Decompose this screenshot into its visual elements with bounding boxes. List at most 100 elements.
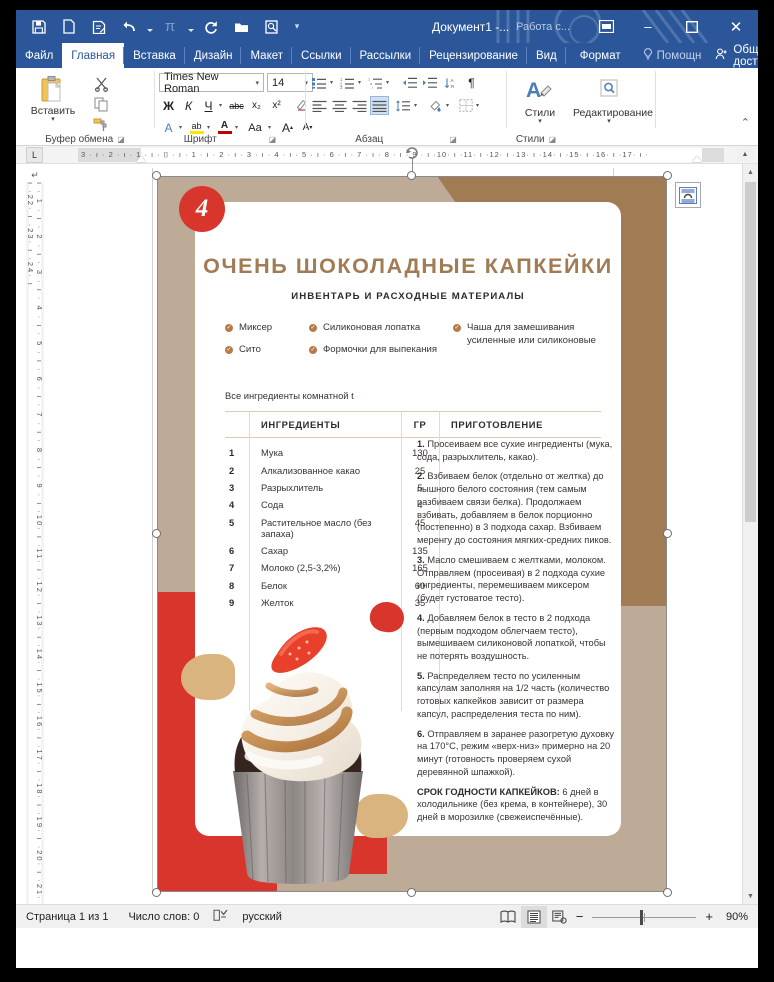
styles-dialog-launcher-icon[interactable]: ◪ — [549, 135, 557, 144]
handle-bottom-right[interactable] — [663, 888, 672, 897]
zoom-level[interactable]: 90% — [716, 911, 758, 923]
tab-design[interactable]: Дизайн — [185, 43, 242, 68]
undo-icon[interactable] — [114, 13, 144, 41]
superscript-button[interactable]: x² — [267, 96, 286, 115]
handle-middle-left[interactable] — [152, 529, 161, 538]
ribbon-display-options-icon[interactable] — [586, 10, 626, 43]
handle-top-center[interactable] — [407, 171, 416, 180]
decrease-indent-button[interactable] — [400, 73, 419, 92]
zoom-in-button[interactable]: + — [702, 909, 716, 924]
multilevel-list-dropdown-icon[interactable]: ▾ — [383, 73, 392, 92]
paste-dropdown-icon[interactable]: ▾ — [26, 116, 80, 123]
recipe-card-render: ОЧЕНЬ ШОКОЛАДНЫЕ КАПКЕЙКИ ИНВЕНТАРЬ И РА… — [157, 176, 667, 892]
tab-file[interactable]: Файл — [16, 43, 62, 68]
language-indicator[interactable]: русский — [232, 911, 291, 923]
customize-qat-icon[interactable]: ▾ — [286, 13, 308, 41]
scroll-up-button[interactable]: ▲ — [743, 164, 758, 180]
tab-layout[interactable]: Макет — [241, 43, 292, 68]
print-layout-icon[interactable] — [520, 905, 547, 928]
word-count[interactable]: Число слов: 0 — [118, 911, 209, 923]
scrollbar-thumb[interactable] — [745, 182, 756, 522]
bullet-list-dropdown-icon[interactable]: ▾ — [327, 73, 336, 92]
left-indent-marker[interactable] — [136, 156, 146, 162]
rotate-handle-icon[interactable] — [404, 144, 420, 160]
tell-me-search[interactable]: Помощн — [635, 43, 710, 68]
undo-dropdown-icon[interactable] — [144, 13, 155, 41]
tab-references[interactable]: Ссылки — [292, 43, 351, 68]
handle-top-right[interactable] — [663, 171, 672, 180]
maximize-button[interactable] — [670, 10, 714, 43]
recipe-image-object[interactable]: ОЧЕНЬ ШОКОЛАДНЫЕ КАПКЕЙКИ ИНВЕНТАРЬ И РА… — [152, 147, 701, 897]
scroll-up-arrow[interactable]: ▲ — [737, 147, 753, 162]
tab-format[interactable]: Формат — [566, 43, 635, 68]
web-layout-icon[interactable] — [547, 906, 573, 928]
tab-view[interactable]: Вид — [527, 43, 566, 68]
share-button[interactable]: Общий доступ — [709, 43, 758, 68]
handle-middle-right[interactable] — [663, 529, 672, 538]
numbered-list-dropdown-icon[interactable]: ▾ — [355, 73, 364, 92]
right-indent-marker[interactable] — [692, 156, 702, 162]
close-button[interactable]: ✕ — [714, 10, 758, 43]
subscript-button[interactable]: x₂ — [247, 96, 266, 115]
quick-print-icon[interactable] — [84, 13, 114, 41]
font-dialog-launcher-icon[interactable]: ◪ — [269, 135, 277, 144]
vertical-scrollbar[interactable]: ▲ ▼ — [742, 164, 758, 904]
collapse-ribbon-button[interactable]: ⌃ — [741, 116, 750, 129]
spellcheck-icon[interactable] — [209, 909, 232, 925]
shading-dropdown-icon[interactable]: ▾ — [443, 96, 452, 115]
paste-button[interactable]: Вставить ▾ — [26, 71, 80, 123]
clipboard-dialog-launcher-icon[interactable]: ◪ — [117, 135, 125, 144]
tab-insert[interactable]: Вставка — [124, 43, 185, 68]
minimize-button[interactable]: – — [626, 10, 670, 43]
scroll-down-button[interactable]: ▼ — [743, 888, 758, 904]
equation-icon[interactable]: π — [155, 13, 185, 41]
align-right-button[interactable] — [350, 96, 369, 115]
open-icon[interactable] — [226, 13, 256, 41]
borders-dropdown-icon[interactable]: ▾ — [473, 96, 482, 115]
font-name-input[interactable]: Times New Roman ▾ — [159, 71, 264, 95]
editing-dropdown-icon[interactable]: ▾ — [573, 118, 645, 125]
font-name-dropdown-icon[interactable]: ▾ — [255, 79, 263, 87]
handle-bottom-left[interactable] — [152, 888, 161, 897]
new-document-icon[interactable] — [54, 13, 84, 41]
zoom-out-button[interactable]: − — [573, 909, 587, 924]
cut-icon[interactable] — [90, 74, 112, 94]
editing-button[interactable]: Редактирование ▾ — [573, 71, 653, 125]
word-window: π ▾ Документ1 -... Работа с... – ✕ Файл … — [16, 10, 758, 968]
italic-button[interactable]: К — [179, 96, 198, 115]
read-mode-icon[interactable] — [495, 906, 521, 928]
strikethrough-button[interactable]: abc — [227, 96, 246, 115]
justify-button[interactable] — [370, 96, 389, 115]
tab-stop-selector[interactable]: L — [26, 147, 43, 163]
page-indicator[interactable]: Страница 1 из 1 — [16, 911, 118, 923]
paragraph-dialog-launcher-icon[interactable]: ◪ — [449, 135, 457, 144]
copy-icon[interactable] — [90, 94, 112, 114]
styles-button[interactable]: A Стили ▾ — [511, 71, 569, 125]
zoom-thumb[interactable] — [640, 909, 644, 925]
tab-home[interactable]: Главная — [62, 43, 125, 68]
line-spacing-dropdown-icon[interactable]: ▾ — [411, 96, 420, 115]
tab-mailings[interactable]: Рассылки — [351, 43, 421, 68]
layout-options-button[interactable] — [675, 182, 701, 208]
print-preview-icon[interactable] — [256, 13, 286, 41]
horizontal-ruler[interactable]: 3 · ı · 2 · ı · 1 · ı · ⌷ · ı · 1 · ı · … — [78, 148, 724, 162]
format-painter-icon[interactable] — [90, 114, 112, 134]
zoom-slider[interactable] — [592, 906, 697, 928]
align-left-button[interactable] — [310, 96, 329, 115]
redo-icon[interactable] — [196, 13, 226, 41]
increase-indent-button[interactable] — [420, 73, 439, 92]
handle-bottom-center[interactable] — [407, 888, 416, 897]
sort-button[interactable]: AЯ — [442, 73, 461, 92]
vertical-ruler[interactable]: ı · 1 · ı · 2 · ı · 3 · ı · 4 · ı · 5 · … — [26, 182, 44, 904]
inventory-label-1: Миксер — [239, 322, 273, 333]
tab-review[interactable]: Рецензирование — [420, 43, 527, 68]
quick-access-toolbar[interactable]: π ▾ — [24, 10, 308, 43]
bold-button[interactable]: Ж — [159, 96, 178, 115]
handle-top-left[interactable] — [152, 171, 161, 180]
save-icon[interactable] — [24, 13, 54, 41]
align-center-button[interactable] — [330, 96, 349, 115]
styles-dropdown-icon[interactable]: ▾ — [511, 118, 569, 125]
equation-dropdown-icon[interactable] — [185, 13, 196, 41]
underline-dropdown-icon[interactable]: ▾ — [216, 96, 225, 115]
show-formatting-button[interactable]: ¶ — [462, 73, 481, 92]
